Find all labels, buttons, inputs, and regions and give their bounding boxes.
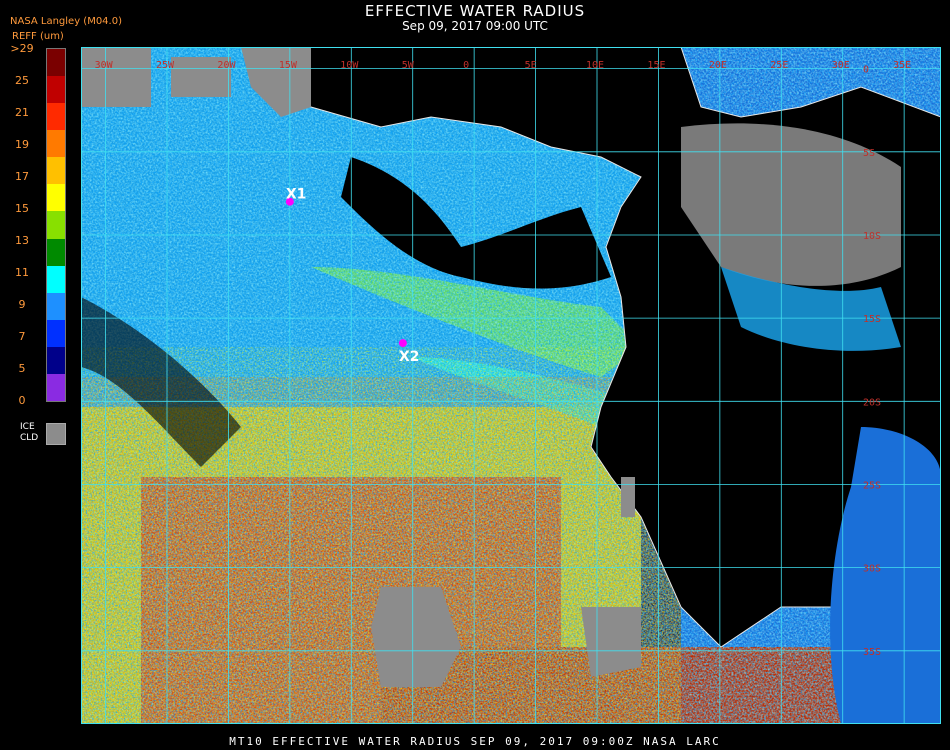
longitude-label: 20W bbox=[217, 60, 236, 71]
longitude-label: 25W bbox=[156, 60, 175, 71]
longitude-label: 25E bbox=[770, 60, 788, 71]
colorbar-tick-label: 15 bbox=[15, 202, 29, 215]
colorbar-segment bbox=[47, 211, 65, 240]
ice-cloud-swatch bbox=[46, 423, 66, 445]
colorbar-segment bbox=[47, 103, 65, 131]
colorbar-tick-label: 9 bbox=[18, 298, 26, 311]
colorbar-tick-label: 19 bbox=[15, 138, 29, 151]
colorbar-segment bbox=[47, 157, 65, 185]
map-subtitle: Sep 09, 2017 09:00 UTC bbox=[402, 19, 548, 33]
ice-label: ICE bbox=[20, 422, 35, 432]
longitude-label: 30E bbox=[832, 60, 850, 71]
colorbar-segment bbox=[47, 346, 65, 375]
credit-label: NASA Langley (M04.0) bbox=[10, 16, 122, 27]
colorbar bbox=[46, 48, 66, 402]
colorbar-tick-label: 0 bbox=[18, 394, 26, 407]
colorbar-segment bbox=[47, 319, 65, 348]
longitude-label: 10W bbox=[340, 60, 359, 71]
colorbar-segment bbox=[47, 265, 65, 294]
site-marker-label: X1 bbox=[286, 187, 307, 203]
latitude-label: 20S bbox=[863, 397, 881, 408]
colorbar-tick-label: 7 bbox=[18, 330, 26, 343]
longitude-label: 20E bbox=[709, 60, 727, 71]
colorbar-tick-label: >29 bbox=[10, 42, 34, 55]
units-label: REFF (um) bbox=[12, 31, 64, 42]
colorbar-segment bbox=[47, 373, 65, 402]
latitude-label: 30S bbox=[863, 564, 881, 575]
longitude-label: 10E bbox=[586, 60, 604, 71]
latitude-label: 0 bbox=[863, 65, 869, 76]
colorbar-tick-label: 11 bbox=[15, 266, 29, 279]
longitude-label: 15E bbox=[647, 60, 665, 71]
colorbar-tick-label: 17 bbox=[15, 170, 29, 183]
colorbar-tick-label: 21 bbox=[15, 106, 29, 119]
site-marker-dot bbox=[398, 339, 407, 348]
map-title: EFFECTIVE WATER RADIUS bbox=[364, 2, 586, 20]
longitude-label: 15W bbox=[279, 60, 298, 71]
latitude-label: 15S bbox=[863, 314, 881, 325]
colorbar-tick-label: 5 bbox=[18, 362, 26, 375]
footer-caption: MT10 EFFECTIVE WATER RADIUS SEP 09, 2017… bbox=[229, 735, 721, 748]
longitude-label: 30W bbox=[95, 60, 114, 71]
colorbar-segment bbox=[47, 49, 65, 77]
site-marker-label: X2 bbox=[399, 349, 420, 365]
longitude-label: 0 bbox=[463, 60, 469, 71]
latitude-label: 35S bbox=[863, 647, 881, 658]
latitude-label: 10S bbox=[863, 231, 881, 242]
satellite-map: 30W 25W 20W 15W 10W 5W 0 5E 10E 15E 20E 25E 30E 35E 0 5… bbox=[81, 47, 941, 724]
latitude-label: 5S bbox=[863, 148, 875, 159]
colorbar-tick-label: 25 bbox=[15, 74, 29, 87]
longitude-label: 35E bbox=[893, 60, 911, 71]
longitude-label: 5W bbox=[402, 60, 415, 71]
colorbar-tick-label: 13 bbox=[15, 234, 29, 247]
longitude-label: 5E bbox=[525, 60, 537, 71]
colorbar-segment bbox=[47, 238, 65, 267]
colorbar-segment bbox=[47, 130, 65, 158]
cloud-label: CLD bbox=[20, 433, 39, 443]
colorbar-segment bbox=[47, 76, 65, 104]
latitude-label: 25S bbox=[863, 480, 881, 491]
colorbar-segment bbox=[47, 292, 65, 321]
colorbar-segment bbox=[47, 184, 65, 212]
